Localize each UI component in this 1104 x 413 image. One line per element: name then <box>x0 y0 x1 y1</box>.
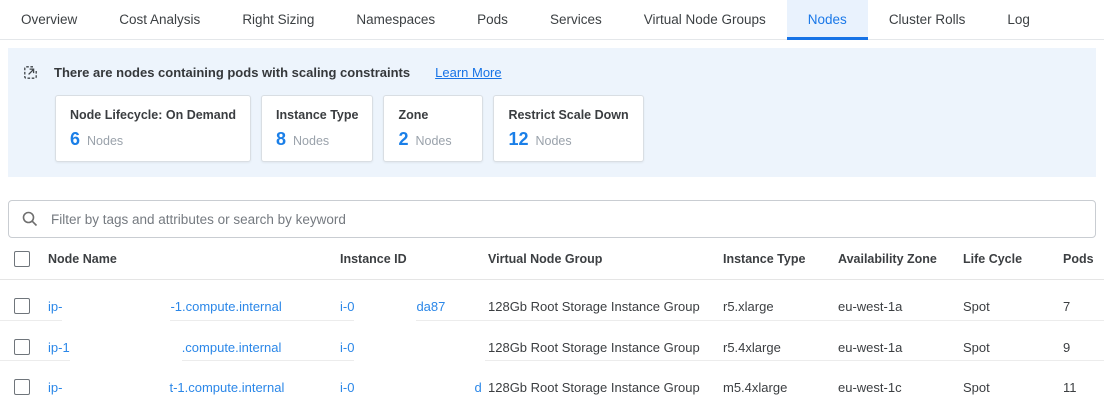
card-title: Node Lifecycle: On Demand <box>70 108 236 122</box>
cell-virtual-node-group: 128Gb Root Storage Instance Group <box>488 380 723 395</box>
tab-services[interactable]: Services <box>529 0 623 39</box>
instance-id-link[interactable]: da87 <box>416 299 445 314</box>
scaling-constraint-icon <box>22 64 39 81</box>
card-restrict-scale-down[interactable]: Restrict Scale Down 12 Nodes <box>493 95 643 162</box>
select-all-checkbox[interactable] <box>14 251 30 267</box>
col-pods: Pods <box>1063 252 1104 266</box>
node-name-link[interactable]: -1.compute.internal <box>170 299 281 314</box>
node-name-link[interactable]: t-1.compute.internal <box>169 380 284 395</box>
search-icon <box>21 210 39 228</box>
card-count: 2 <box>398 129 408 150</box>
card-unit: Nodes <box>87 134 123 148</box>
constraint-cards: Node Lifecycle: On Demand 6 Nodes Instan… <box>55 95 1082 162</box>
cell-availability-zone: eu-west-1a <box>838 340 963 355</box>
tab-nodes[interactable]: Nodes <box>787 0 868 39</box>
node-name-link[interactable]: ip- <box>48 380 62 395</box>
redaction-block <box>354 361 474 413</box>
tab-bar: Overview Cost Analysis Right Sizing Name… <box>0 0 1104 40</box>
banner-message: There are nodes containing pods with sca… <box>54 65 410 80</box>
cell-instance-type: r5.4xlarge <box>723 340 838 355</box>
col-instance-type: Instance Type <box>723 252 838 266</box>
filter-input[interactable] <box>49 211 1083 228</box>
scaling-constraints-banner: There are nodes containing pods with sca… <box>8 48 1096 177</box>
card-zone[interactable]: Zone 2 Nodes <box>383 95 483 162</box>
node-name-link[interactable]: ip- <box>48 299 62 314</box>
tab-right-sizing[interactable]: Right Sizing <box>221 0 335 39</box>
instance-id-link[interactable]: i-0 <box>340 380 354 395</box>
cell-life-cycle: Spot <box>963 380 1063 395</box>
cell-availability-zone: eu-west-1a <box>838 299 963 314</box>
card-instance-type[interactable]: Instance Type 8 Nodes <box>261 95 373 162</box>
card-unit: Nodes <box>293 134 329 148</box>
tab-pods[interactable]: Pods <box>456 0 529 39</box>
tab-overview[interactable]: Overview <box>0 0 98 39</box>
tab-virtual-node-groups[interactable]: Virtual Node Groups <box>623 0 787 39</box>
nodes-table: Node Name Instance ID Virtual Node Group… <box>0 238 1104 400</box>
col-node-name: Node Name <box>48 252 340 266</box>
tab-cluster-rolls[interactable]: Cluster Rolls <box>868 0 987 39</box>
cell-pods: 11 <box>1063 380 1104 395</box>
row-checkbox[interactable] <box>14 339 30 355</box>
cell-availability-zone: eu-west-1c <box>838 380 963 395</box>
cell-pods: 9 <box>1063 340 1104 355</box>
col-availability-zone: Availability Zone <box>838 252 963 266</box>
tab-namespaces[interactable]: Namespaces <box>335 0 456 39</box>
card-title: Restrict Scale Down <box>508 108 628 122</box>
card-unit: Nodes <box>535 134 571 148</box>
banner-alert-row: There are nodes containing pods with sca… <box>22 64 1082 81</box>
col-instance-id: Instance ID <box>340 252 488 266</box>
card-count: 6 <box>70 129 80 150</box>
cell-virtual-node-group: 128Gb Root Storage Instance Group <box>488 340 723 355</box>
filter-box <box>8 200 1096 238</box>
cell-life-cycle: Spot <box>963 299 1063 314</box>
instance-id-link[interactable]: i-0 <box>340 340 354 355</box>
col-virtual-node-group: Virtual Node Group <box>488 252 723 266</box>
node-name-link[interactable]: ip-1 <box>48 340 70 355</box>
tab-cost-analysis[interactable]: Cost Analysis <box>98 0 221 39</box>
card-title: Instance Type <box>276 108 358 122</box>
table-row: ip-1 .compute.internal i-0 128Gb Root St… <box>0 320 1104 360</box>
table-row: ip- -1.compute.internal i-0 da87 128Gb R… <box>0 280 1104 320</box>
table-row: ip- t-1.compute.internal i-0 d 128Gb Roo… <box>0 360 1104 400</box>
cell-virtual-node-group: 128Gb Root Storage Instance Group <box>488 299 723 314</box>
learn-more-link[interactable]: Learn More <box>435 65 501 80</box>
cell-instance-type: m5.4xlarge <box>723 380 838 395</box>
card-node-lifecycle[interactable]: Node Lifecycle: On Demand 6 Nodes <box>55 95 251 162</box>
cell-pods: 7 <box>1063 299 1104 314</box>
card-count: 12 <box>508 129 528 150</box>
cell-instance-type: r5.xlarge <box>723 299 838 314</box>
cell-life-cycle: Spot <box>963 340 1063 355</box>
row-checkbox[interactable] <box>14 379 30 395</box>
col-life-cycle: Life Cycle <box>963 252 1063 266</box>
card-title: Zone <box>398 108 468 122</box>
instance-id-link[interactable]: i-0 <box>340 299 354 314</box>
instance-id-link[interactable]: d <box>474 380 481 395</box>
row-checkbox[interactable] <box>14 298 30 314</box>
redaction-block <box>62 361 169 413</box>
table-header-row: Node Name Instance ID Virtual Node Group… <box>0 238 1104 280</box>
card-unit: Nodes <box>415 134 451 148</box>
card-count: 8 <box>276 129 286 150</box>
tab-log[interactable]: Log <box>986 0 1051 39</box>
node-name-link[interactable]: .compute.internal <box>182 340 282 355</box>
